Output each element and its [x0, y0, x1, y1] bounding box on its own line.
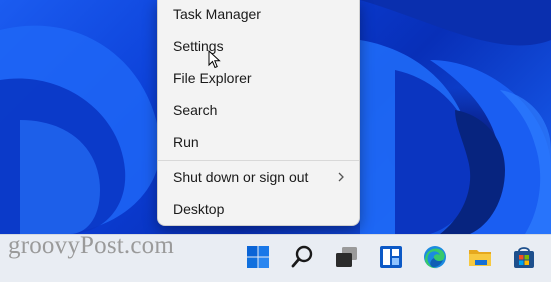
menu-item-label: Task Manager	[173, 6, 261, 22]
quick-link-menu: Task Manager Settings File Explorer Sear…	[157, 0, 360, 226]
menu-item-run[interactable]: Run	[158, 128, 359, 156]
menu-item-desktop[interactable]: Desktop	[158, 195, 359, 223]
menu-divider	[158, 160, 359, 161]
mouse-pointer-icon	[208, 49, 222, 75]
menu-item-file-explorer[interactable]: File Explorer	[158, 64, 359, 92]
menu-item-shut-down-or-sign-out[interactable]: Shut down or sign out	[158, 163, 359, 191]
menu-item-settings[interactable]: Settings	[158, 32, 359, 60]
menu-item-label: Search	[173, 102, 218, 118]
menu-item-label: Desktop	[173, 201, 225, 217]
menu-item-task-manager[interactable]: Task Manager	[158, 0, 359, 28]
menu-item-label: Shut down or sign out	[173, 169, 309, 185]
menu-item-search[interactable]: Search	[158, 96, 359, 124]
menu-item-label: Run	[173, 134, 199, 150]
file-explorer-icon[interactable]	[466, 243, 494, 271]
task-view-icon[interactable]	[333, 243, 361, 271]
watermark: groovyPost.com	[8, 232, 174, 259]
edge-icon[interactable]	[421, 243, 449, 271]
widgets-icon[interactable]	[377, 243, 405, 271]
store-icon[interactable]	[510, 243, 538, 271]
windows-start-icon[interactable]	[244, 243, 272, 271]
search-icon[interactable]	[289, 243, 317, 271]
